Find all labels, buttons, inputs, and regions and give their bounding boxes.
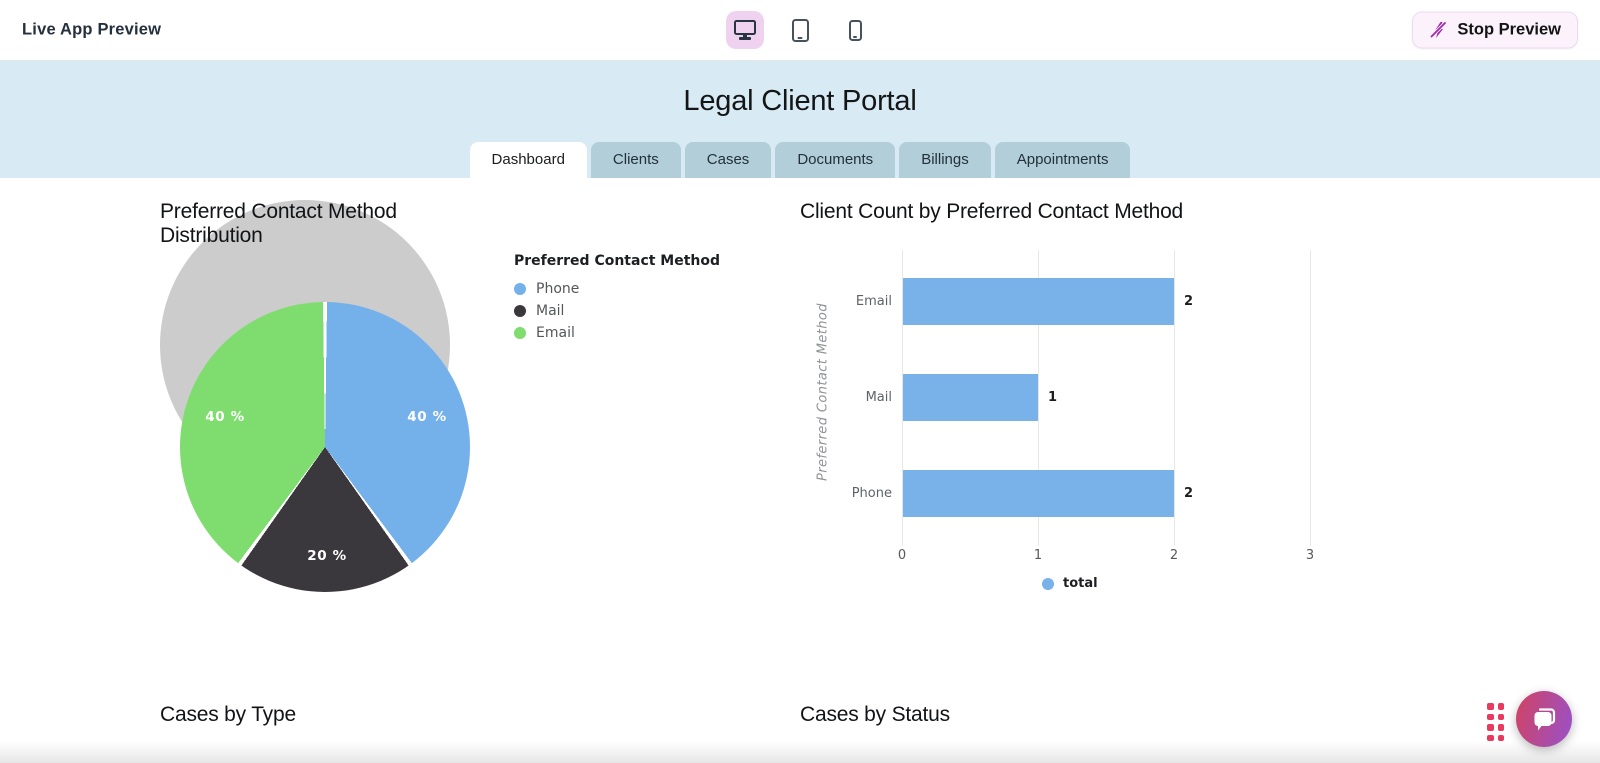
flash-off-icon: [1429, 21, 1448, 40]
chat-bubble-icon: [1528, 703, 1560, 735]
drag-dot: [1498, 735, 1505, 742]
stop-preview-button[interactable]: Stop Preview: [1412, 12, 1578, 49]
drag-dot: [1487, 714, 1494, 721]
x-tick-label: 3: [1295, 548, 1325, 563]
bar-value-label: 2: [1184, 486, 1193, 501]
x-tick-label: 0: [887, 548, 917, 563]
smartphone-icon: [849, 20, 862, 41]
drag-dot: [1487, 735, 1494, 742]
x-tick-label: 2: [1159, 548, 1189, 563]
preview-toolbar: Live App Preview Stop Preview: [0, 0, 1600, 61]
drag-dot: [1487, 703, 1494, 710]
bar-gridline: [1310, 250, 1311, 546]
bar-category-label: Email: [792, 294, 892, 309]
device-phone-button[interactable]: [836, 11, 874, 49]
stop-preview-label: Stop Preview: [1457, 21, 1561, 40]
bar: [903, 374, 1038, 421]
bar-gridline: [1174, 250, 1175, 546]
live-app-preview-window: Live App Preview Stop Preview Legal Clie…: [0, 0, 1600, 763]
bar-legend[interactable]: total: [1042, 576, 1098, 591]
pie-slice-label: 20 %: [307, 548, 346, 564]
app-title: Legal Client Portal: [0, 61, 1600, 118]
tab-dashboard[interactable]: Dashboard: [470, 142, 587, 178]
drag-dot: [1498, 703, 1505, 710]
drag-dot: [1498, 714, 1505, 721]
legend-label: Phone: [536, 281, 579, 297]
device-toggle: [726, 11, 874, 49]
x-tick-label: 1: [1023, 548, 1053, 563]
legend-label: Email: [536, 325, 575, 341]
pie-slice-label: 40 %: [407, 409, 446, 425]
pie-legend-title: Preferred Contact Method: [514, 253, 720, 269]
bar-category-label: Phone: [792, 486, 892, 501]
device-desktop-button[interactable]: [726, 11, 764, 49]
tab-clients[interactable]: Clients: [591, 142, 681, 178]
tab-billings[interactable]: Billings: [899, 142, 991, 178]
pie-slice-label: 40 %: [205, 409, 244, 425]
legend-label: Mail: [536, 303, 564, 319]
legend-dot: [514, 283, 526, 295]
preview-title: Live App Preview: [22, 21, 161, 40]
legend-dot: [514, 305, 526, 317]
tab-cases[interactable]: Cases: [685, 142, 772, 178]
bar: [903, 470, 1174, 517]
bar-value-label: 1: [1048, 390, 1057, 405]
bar-value-label: 2: [1184, 294, 1193, 309]
bar-category-label: Mail: [792, 390, 892, 405]
bar-y-axis-title: Preferred Contact Method: [816, 303, 831, 481]
cases-by-status-title: Cases by Status: [800, 703, 950, 727]
drag-dot: [1498, 724, 1505, 731]
legend-dot: [514, 327, 526, 339]
legend-dot: [1042, 578, 1054, 590]
bar-chart-title: Client Count by Preferred Contact Method: [800, 200, 1183, 224]
legend-item-email[interactable]: Email: [514, 322, 720, 344]
device-tablet-button[interactable]: [781, 11, 819, 49]
app-header: Legal Client Portal Dashboard Clients Ca…: [0, 61, 1600, 178]
chat-widget-button[interactable]: [1516, 691, 1572, 747]
tab-bar: Dashboard Clients Cases Documents Billin…: [0, 142, 1600, 178]
legend-item-phone[interactable]: Phone: [514, 278, 720, 300]
tab-appointments[interactable]: Appointments: [995, 142, 1131, 178]
tab-documents[interactable]: Documents: [775, 142, 895, 178]
tablet-icon: [792, 19, 809, 42]
drag-dot: [1487, 724, 1494, 731]
pie-legend: Preferred Contact Method Phone Mail Emai…: [514, 253, 720, 344]
bar: [903, 278, 1174, 325]
bottom-fade: [0, 741, 1600, 763]
legend-item-mail[interactable]: Mail: [514, 300, 720, 322]
cases-by-type-title: Cases by Type: [160, 703, 296, 727]
drag-dots-icon[interactable]: [1487, 703, 1504, 741]
legend-label: total: [1063, 576, 1098, 591]
monitor-icon: [734, 20, 756, 35]
